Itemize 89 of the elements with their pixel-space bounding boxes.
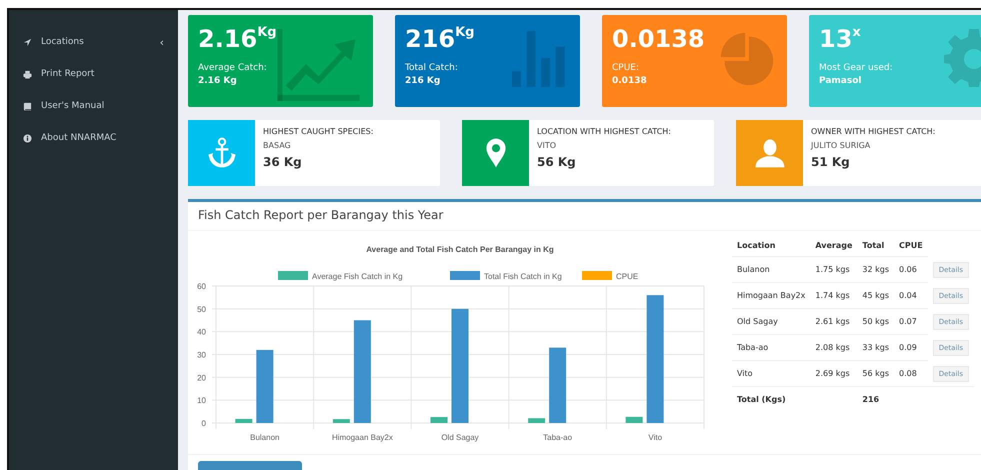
- table-cell: 56 kgs: [857, 360, 894, 386]
- table-cell: Vito: [732, 360, 810, 386]
- table-cell: 0.06: [894, 256, 928, 282]
- sidebar-item[interactable]: User's Manual: [9, 90, 178, 122]
- table-cell: Taba-ao: [732, 334, 810, 360]
- chart-title: Average and Total Fish Catch Per Barangay in Kg: [366, 245, 554, 254]
- stat-value: 2.16$^{Kg}$: [198, 25, 278, 53]
- stat-label: Average Catch:: [198, 63, 268, 73]
- axis-label: Bulanon: [250, 433, 280, 442]
- table-cell: Total (Kgs): [732, 386, 810, 412]
- anchor-icon: [206, 137, 238, 169]
- table-cell: 0.09: [894, 334, 928, 360]
- table-cell: 2.08 kgs: [810, 334, 858, 360]
- table-cell: 0.07: [894, 308, 928, 334]
- sidebar-item[interactable]: Locations ‹: [9, 26, 178, 58]
- table-cell: Bulanon: [732, 256, 810, 282]
- axis-label: Himogaan Bay2x: [332, 433, 393, 442]
- info-value: 51 Kg: [811, 155, 851, 169]
- legend-label: CPUE: [616, 272, 638, 281]
- table-cell: 33 kgs: [857, 334, 894, 360]
- legend-label: Average Fish Catch in Kg: [312, 272, 403, 281]
- sidebar-item[interactable]: Print Report: [9, 58, 178, 90]
- stat-detail: 2.16 Kg: [198, 76, 238, 86]
- table-cell: Himogaan Bay2x: [732, 282, 810, 308]
- table-cell: 50 kgs: [857, 308, 894, 334]
- caret-icon: ‹: [160, 36, 164, 48]
- table-cell: Old Sagay: [732, 308, 810, 334]
- stat-label: CPUE:: [612, 63, 640, 73]
- column-header: Location: [732, 235, 810, 256]
- stat-value: 0.0138: [612, 25, 706, 53]
- column-header: CPUE: [894, 235, 928, 256]
- table-cell: 216: [857, 386, 894, 412]
- column-header: Total: [857, 235, 894, 256]
- stat-label: Total Catch:: [405, 63, 459, 73]
- axis-tick: 20: [197, 373, 206, 382]
- user-icon: [754, 137, 786, 169]
- pie-chart-icon: [719, 31, 775, 87]
- table-cell: 0.08: [894, 360, 928, 386]
- axis-tick: 10: [197, 396, 206, 406]
- table-cell: 2.69 kgs: [810, 360, 858, 386]
- bar: [626, 416, 643, 423]
- axis-label: Vito: [648, 433, 662, 442]
- bar: [528, 418, 546, 423]
- legend-item[interactable]: Total Fish Catch in Kg: [450, 271, 562, 281]
- axis-label: Old Sagay: [441, 433, 479, 442]
- table-cell: 1.75 kgs: [810, 256, 858, 282]
- sidebar-label: Locations: [41, 37, 85, 47]
- axis-tick: 0: [202, 419, 206, 428]
- table-cell: 0.04: [894, 282, 928, 308]
- sidebar-label: User's Manual: [41, 101, 106, 111]
- sidebar-label: About NNARMAC: [41, 133, 118, 143]
- info-value: 36 Kg: [263, 155, 303, 169]
- sidebar-item[interactable]: About NNARMAC: [9, 122, 178, 154]
- panel-title: Fish Catch Report per Barangay this Year: [188, 202, 981, 231]
- info-subtitle: VITO: [537, 141, 558, 150]
- info-title: HIGHEST CAUGHT SPECIES:: [263, 127, 374, 136]
- stat-detail: 216 Kg: [405, 76, 442, 86]
- stat-detail: 0.0138: [612, 76, 648, 86]
- info-icon: [23, 134, 32, 142]
- stat-detail: Pamasol: [819, 76, 863, 86]
- axis-tick: 30: [197, 350, 206, 360]
- legend-label: Total Fish Catch in Kg: [484, 272, 562, 281]
- axis-tick: 50: [197, 304, 206, 314]
- info-title: LOCATION WITH HIGHEST CATCH:: [537, 127, 671, 136]
- info-value: 56 Kg: [537, 155, 577, 169]
- info-subtitle: JULITO SURIGA: [811, 141, 872, 150]
- bar: [430, 417, 448, 423]
- legend-item[interactable]: Average Fish Catch in Kg: [278, 271, 403, 281]
- column-header: Average: [810, 235, 858, 256]
- info-subtitle: BASAG: [263, 141, 292, 150]
- axis-tick: 60: [197, 282, 206, 291]
- table-cell: 45 kgs: [857, 282, 894, 308]
- table-cell: 1.74 kgs: [810, 282, 858, 308]
- print-icon: [23, 70, 32, 78]
- axis-label: Taba-ao: [543, 433, 572, 442]
- arrow-icon: [23, 38, 32, 46]
- line-chart-icon: [276, 29, 361, 101]
- stat-label: Most Gear used:: [819, 63, 894, 73]
- table-cell: 2.61 kgs: [810, 308, 858, 334]
- stat-value: 13$^{x}$: [819, 25, 862, 53]
- info-title: OWNER WITH HIGHEST CATCH:: [811, 127, 936, 136]
- legend-item[interactable]: CPUE: [582, 271, 638, 281]
- table-cell: 32 kgs: [857, 256, 894, 282]
- stat-value: 216$^{Kg}$: [405, 25, 476, 53]
- bar: [235, 418, 252, 423]
- axis-tick: 40: [197, 328, 206, 337]
- book-icon: [23, 102, 32, 110]
- sidebar-label: Print Report: [41, 69, 96, 79]
- bar: [332, 419, 350, 423]
